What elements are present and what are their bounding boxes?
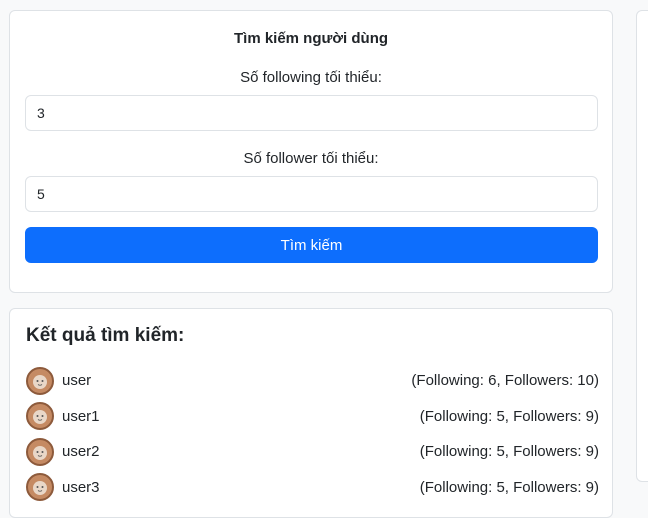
avatar-icon — [26, 402, 54, 431]
result-stats: (Following: 6, Followers: 10) — [411, 372, 599, 390]
avatar-icon — [26, 473, 54, 502]
side-panel — [636, 10, 648, 482]
result-username[interactable]: user1 — [62, 408, 100, 425]
results-card: Kết quả tìm kiếm: user (Following: 6, Fo… — [9, 308, 613, 518]
result-stats: (Following: 5, Followers: 9) — [419, 478, 599, 496]
avatar-icon — [26, 437, 54, 466]
min-following-label: Số following tối thiểu: — [240, 69, 382, 86]
min-follower-label: Số follower tối thiểu: — [243, 150, 379, 167]
result-username[interactable]: user2 — [62, 443, 100, 460]
result-item[interactable]: user3 (Following: 5, Followers: 9) — [26, 470, 599, 506]
result-username[interactable]: user3 — [62, 479, 100, 496]
result-item[interactable]: user1 (Following: 5, Followers: 9) — [26, 399, 599, 435]
result-stats: (Following: 5, Followers: 9) — [419, 443, 599, 461]
search-title: Tìm kiếm người dùng — [233, 30, 389, 47]
search-card: Tìm kiếm người dùng Số following tối thi… — [9, 10, 613, 293]
min-follower-input[interactable] — [25, 176, 598, 212]
result-list: user (Following: 6, Followers: 10) user1… — [26, 363, 599, 505]
result-username[interactable]: user — [62, 372, 91, 389]
result-stats: (Following: 5, Followers: 9) — [419, 407, 599, 425]
search-button[interactable]: Tìm kiếm — [25, 227, 598, 263]
result-item[interactable]: user2 (Following: 5, Followers: 9) — [26, 434, 599, 470]
result-item[interactable]: user (Following: 6, Followers: 10) — [26, 363, 599, 399]
avatar-icon — [26, 366, 54, 395]
min-following-input[interactable] — [25, 95, 598, 131]
results-title: Kết quả tìm kiếm: — [26, 325, 185, 346]
